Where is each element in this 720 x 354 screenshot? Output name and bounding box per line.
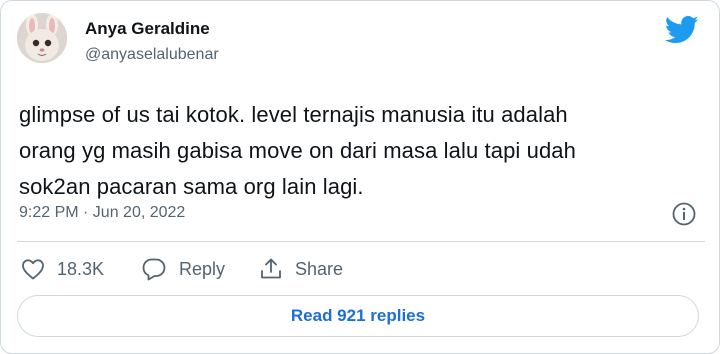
speech-bubble-icon: [142, 258, 166, 281]
tweet-text: glimpse of us tai kotok. level ternajis …: [19, 97, 709, 205]
info-icon[interactable]: [671, 201, 697, 227]
like-button[interactable]: 18.3K: [21, 255, 104, 283]
tweet-timestamp[interactable]: 9:22 PM · Jun 20, 2022: [19, 203, 185, 223]
share-label: Share: [295, 258, 344, 279]
tweet-text-line: sok2an pacaran sama org lain lagi.: [19, 174, 364, 199]
share-upload-icon: [261, 258, 281, 279]
avatar-image: [17, 13, 67, 63]
tweet-text-line: glimpse of us tai kotok. level ternajis …: [19, 102, 568, 127]
divider: [17, 241, 705, 242]
heart-icon: [22, 259, 44, 280]
twitter-bird-icon[interactable]: [665, 15, 699, 45]
read-replies-button[interactable]: Read 921 replies: [17, 295, 699, 337]
reply-label: Reply: [179, 258, 226, 279]
tweet-text-line: orang yg masih gabisa move on dari masa …: [19, 138, 576, 163]
author-handle[interactable]: @anyaselalubenar: [85, 45, 219, 65]
avatar[interactable]: [17, 13, 67, 63]
share-button[interactable]: Share: [259, 255, 343, 283]
author-name[interactable]: Anya Geraldine: [85, 19, 210, 39]
reply-button[interactable]: Reply: [141, 255, 225, 283]
tweet-card: Anya Geraldine @anyaselalubenar glimpse …: [0, 0, 720, 354]
like-count: 18.3K: [57, 258, 105, 279]
